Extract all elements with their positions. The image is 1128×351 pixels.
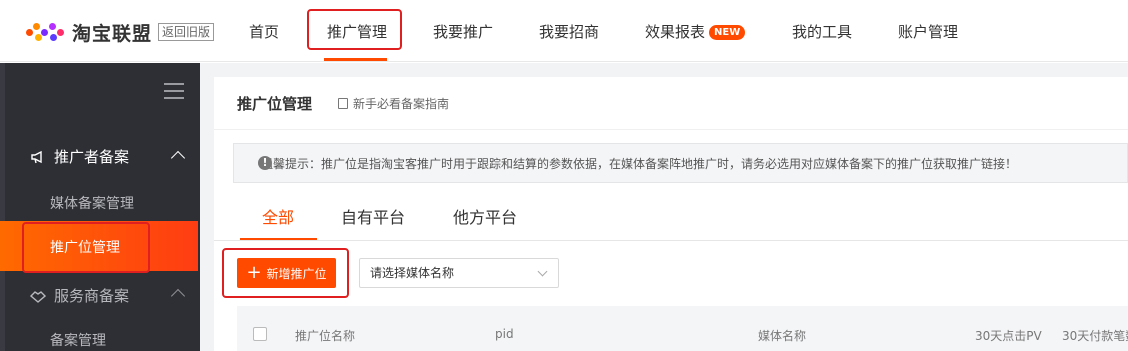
tab-divider [214,240,1128,241]
nav-reports[interactable]: 效果报表 NEW [645,22,746,42]
book-icon [338,98,348,109]
column-header-30d-orders: 30天付款笔数 [1062,329,1128,343]
chevron-down-icon [537,266,548,277]
top-header: 淘宝联盟 返回旧版 首页 推广管理 我要推广 我要招商 效果报表 NEW 我的工具… [0,0,1128,62]
column-header-adzone-name: 推广位名称 [295,329,356,343]
sidebar-group-service-provider[interactable]: 服务商备案 [30,285,129,306]
menu-toggle-icon[interactable] [164,83,184,104]
nav-reports-label: 效果报表 [645,23,706,41]
logo[interactable]: 淘宝联盟 返回旧版 [26,20,215,45]
nav-my-tools[interactable]: 我的工具 [792,22,852,42]
sidebar-item-media-filing[interactable]: 媒体备案管理 [50,193,134,213]
tip-text: 温馨提示：推广位是指淘宝客推广时用于跟踪和结算的参数依据，在媒体备案阵地推广时，… [261,156,1018,171]
tab-active-underline [240,238,317,240]
page-title: 推广位管理 [237,95,313,113]
handshake-icon [30,290,46,303]
tab-own-platform[interactable]: 自有平台 [341,204,405,228]
megaphone-icon [31,150,42,163]
sidebar-group-label: 推广者备案 [54,148,130,166]
guide-label: 新手必看备案指南 [353,97,450,111]
info-icon: ! [258,156,272,170]
sidebar-group-label: 服务商备案 [54,287,130,305]
nav-active-underline [324,58,387,61]
column-header-30d-clicks: 30天点击PV [975,329,1042,343]
nav-promote[interactable]: 我要推广 [433,22,493,42]
media-name-select-placeholder: 请选择媒体名称 [370,266,455,280]
tip-banner: 温馨提示：推广位是指淘宝客推广时用于跟踪和结算的参数依据，在媒体备案阵地推广时，… [233,143,1128,183]
column-header-pid: pid [495,327,514,341]
logo-icon [26,22,66,42]
tab-other-platform[interactable]: 他方平台 [453,204,517,228]
column-header-media-name: 媒体名称 [758,329,807,343]
nav-recruit[interactable]: 我要招商 [539,22,599,42]
media-name-select[interactable]: 请选择媒体名称 [359,258,559,288]
back-to-old-version-button[interactable]: 返回旧版 [158,23,215,41]
select-all-checkbox[interactable] [253,327,267,341]
highlight-box-add-button [222,248,349,298]
highlight-box-sidebar [22,222,150,273]
sidebar-group-promoter[interactable]: 推广者备案 [30,146,129,167]
new-badge: NEW [709,25,746,40]
nav-account[interactable]: 账户管理 [898,22,958,42]
beginner-guide-link[interactable]: 新手必看备案指南 [338,95,449,112]
logo-text: 淘宝联盟 [72,22,153,45]
nav-home[interactable]: 首页 [249,22,279,42]
sidebar-strip [0,63,5,351]
tab-all[interactable]: 全部 [262,204,294,228]
sidebar-item-filing-management[interactable]: 备案管理 [50,330,106,350]
highlight-box-nav [307,9,402,50]
